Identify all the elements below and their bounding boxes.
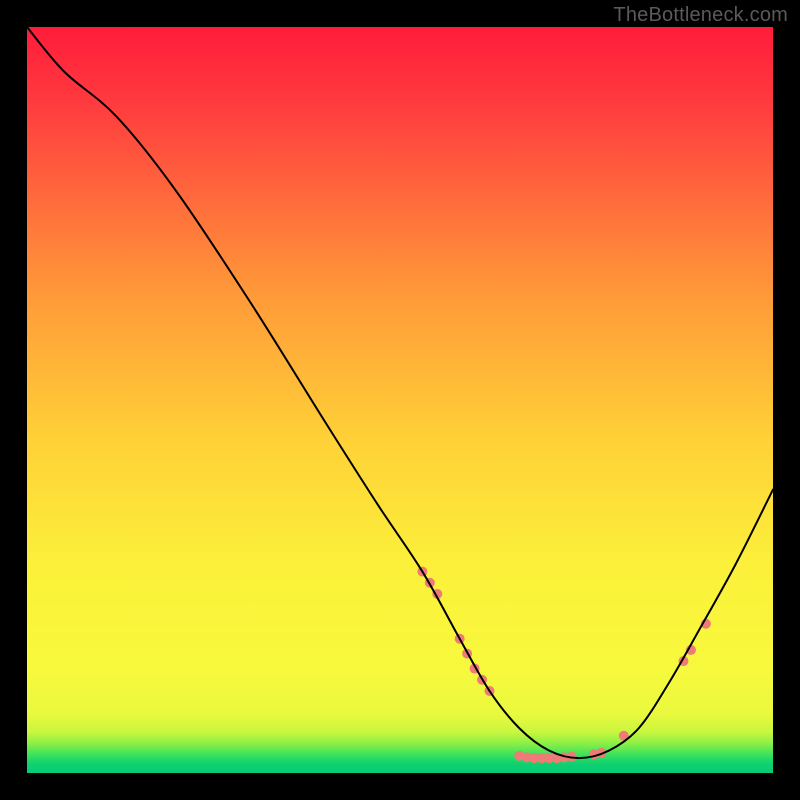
plot-frame — [27, 27, 773, 773]
chart-root: TheBottleneck.com — [0, 0, 800, 800]
watermark-label: TheBottleneck.com — [613, 4, 788, 27]
bottleneck-curve — [27, 27, 773, 758]
chart-svg — [27, 27, 773, 773]
data-markers — [417, 567, 710, 764]
